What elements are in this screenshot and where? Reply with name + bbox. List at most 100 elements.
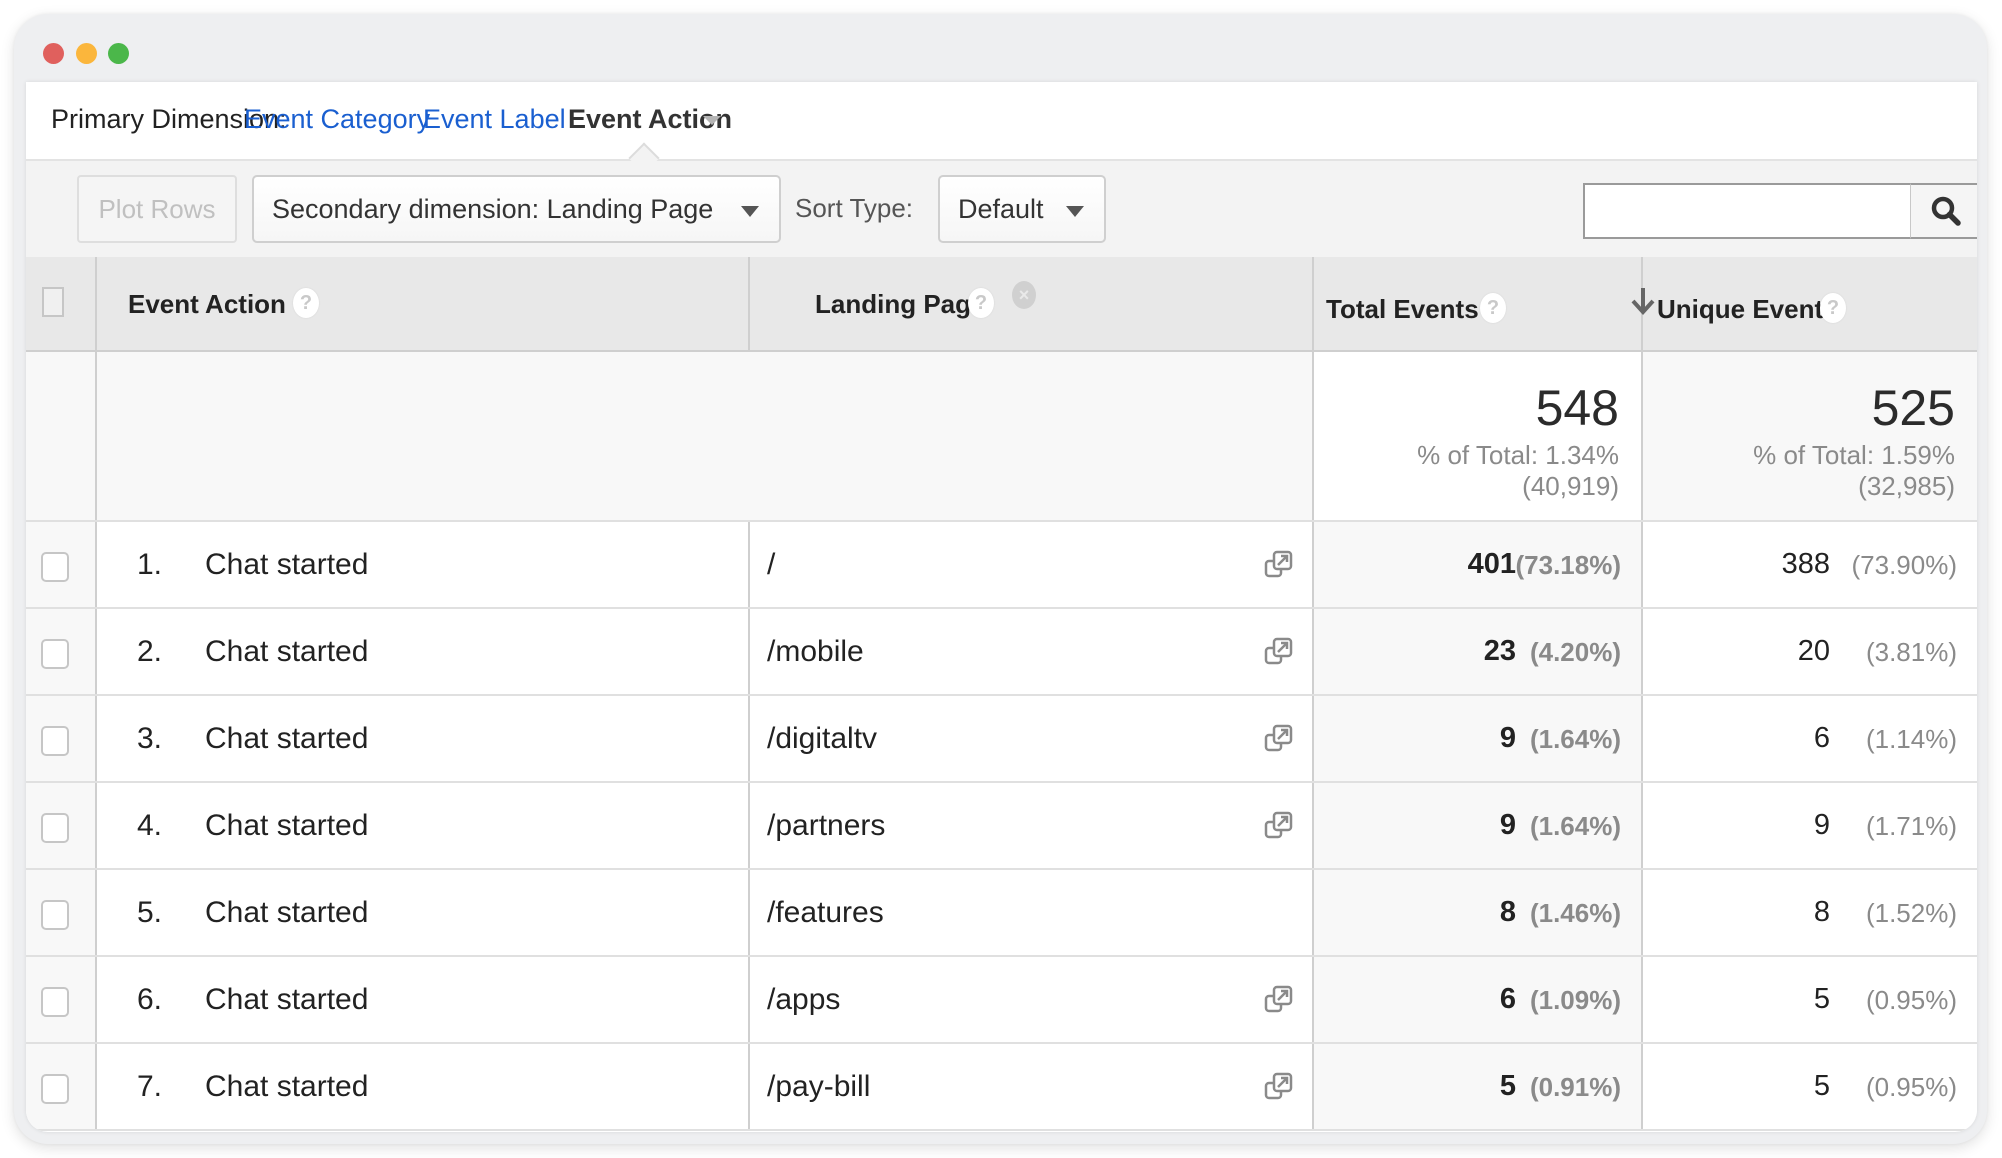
header-total-events[interactable]: Total Events ? bbox=[1314, 257, 1655, 350]
secondary-dimension-dropdown[interactable]: Secondary dimension: Landing Page bbox=[252, 175, 781, 243]
help-icon[interactable]: ? bbox=[968, 288, 994, 318]
total-events-cell: 5 (0.91%) bbox=[1314, 1044, 1643, 1129]
minimize-window-button[interactable] bbox=[76, 43, 97, 64]
landing-page-value[interactable]: /apps bbox=[767, 983, 840, 1017]
landing-page-value[interactable]: /partners bbox=[767, 809, 885, 843]
row-checkbox[interactable] bbox=[41, 900, 69, 930]
unique-events-cell: 8 (1.52%) bbox=[1643, 870, 1977, 955]
unique-events-cell: 388 (73.90%) bbox=[1643, 522, 1977, 607]
summary-dimension-cell bbox=[97, 352, 1314, 520]
event-action-value[interactable]: Chat started bbox=[205, 896, 368, 930]
total-events-value: 5 bbox=[1499, 1070, 1516, 1102]
open-page-external-icon[interactable] bbox=[1264, 810, 1294, 842]
total-events-percent: (73.18%) bbox=[1515, 550, 1622, 580]
maximize-window-button[interactable] bbox=[108, 43, 129, 64]
help-icon[interactable]: ? bbox=[1820, 293, 1846, 323]
primary-dimension-event-category[interactable]: Event Category bbox=[244, 104, 430, 135]
row-select-cell bbox=[26, 783, 97, 868]
total-events-cell: 401 (73.18%) bbox=[1314, 522, 1643, 607]
open-page-external-icon[interactable] bbox=[1264, 723, 1294, 755]
primary-dimension-bar: Primary Dimension: Event Category Event … bbox=[26, 82, 1977, 161]
total-events-value: 9 bbox=[1499, 809, 1516, 841]
row-number: 7. bbox=[137, 1070, 163, 1103]
help-icon[interactable]: ? bbox=[1480, 293, 1506, 323]
summary-unique-events: 525 % of Total: 1.59% (32,985) bbox=[1643, 352, 1977, 520]
remove-dimension-icon[interactable]: × bbox=[1012, 281, 1036, 309]
event-action-value[interactable]: Chat started bbox=[205, 809, 368, 843]
table-search-input[interactable] bbox=[1583, 183, 1911, 239]
row-checkbox[interactable] bbox=[41, 813, 69, 843]
landing-page-value[interactable]: /pay-bill bbox=[767, 1070, 870, 1104]
row-select-cell bbox=[26, 1044, 97, 1129]
dropdown-arrow-icon bbox=[1066, 206, 1084, 217]
table-row: 4. Chat started /partners 9 (1.64%) 9 (1… bbox=[26, 783, 1977, 870]
landing-page-value[interactable]: /mobile bbox=[767, 635, 864, 669]
total-events-cell: 9 (1.64%) bbox=[1314, 783, 1643, 868]
chevron-down-icon[interactable] bbox=[703, 116, 721, 125]
summary-overall-total: (32,985) bbox=[1858, 471, 1955, 501]
row-checkbox[interactable] bbox=[41, 639, 69, 669]
unique-events-cell: 9 (1.71%) bbox=[1643, 783, 1977, 868]
open-page-external-icon[interactable] bbox=[1264, 1071, 1294, 1103]
total-events-value: 23 bbox=[1483, 635, 1516, 667]
table-row: 6. Chat started /apps 6 (1.09%) 5 (0.95%… bbox=[26, 957, 1977, 1044]
close-window-button[interactable] bbox=[43, 43, 64, 64]
total-events-percent: (1.64%) bbox=[1529, 811, 1621, 841]
row-select-cell bbox=[26, 696, 97, 781]
row-checkbox[interactable] bbox=[41, 1074, 69, 1104]
landing-page-cell: /partners bbox=[750, 783, 1314, 868]
summary-percent-line: % of Total: 1.59% bbox=[1753, 440, 1955, 470]
landing-page-value[interactable]: /digitaltv bbox=[767, 722, 877, 756]
column-header-label: Event Action bbox=[128, 289, 286, 319]
event-action-value[interactable]: Chat started bbox=[205, 635, 368, 669]
landing-page-cell: /features bbox=[750, 870, 1314, 955]
unique-events-value: 5 bbox=[1813, 983, 1830, 1015]
summary-percent-line: % of Total: 1.34% bbox=[1417, 440, 1619, 470]
event-action-cell: 7. Chat started bbox=[97, 1044, 750, 1129]
unique-events-percent: (1.71%) bbox=[1865, 811, 1957, 841]
summary-blank-cell bbox=[26, 352, 97, 520]
unique-events-value: 20 bbox=[1797, 635, 1830, 667]
row-checkbox[interactable] bbox=[41, 987, 69, 1017]
table-row: 1. Chat started / 401 (73.18%) 388 (73.9… bbox=[26, 522, 1977, 609]
unique-events-percent: (1.52%) bbox=[1865, 898, 1957, 928]
open-page-external-icon[interactable] bbox=[1264, 636, 1294, 668]
event-action-value[interactable]: Chat started bbox=[205, 722, 368, 756]
landing-page-value[interactable]: /features bbox=[767, 896, 884, 930]
event-action-value[interactable]: Chat started bbox=[205, 1070, 368, 1104]
unique-events-value: 5 bbox=[1813, 1070, 1830, 1102]
open-page-external-icon[interactable] bbox=[1264, 984, 1294, 1016]
search-button[interactable] bbox=[1911, 183, 1977, 239]
event-action-value[interactable]: Chat started bbox=[205, 983, 368, 1017]
total-events-percent: (4.20%) bbox=[1529, 637, 1621, 667]
unique-events-value: 388 bbox=[1781, 548, 1830, 580]
event-action-cell: 5. Chat started bbox=[97, 870, 750, 955]
total-events-cell: 6 (1.09%) bbox=[1314, 957, 1643, 1042]
row-checkbox[interactable] bbox=[41, 726, 69, 756]
total-events-value: 401 bbox=[1467, 548, 1516, 580]
primary-dimension-event-label[interactable]: Event Label bbox=[423, 104, 566, 135]
landing-page-cell: /mobile bbox=[750, 609, 1314, 694]
row-select-cell bbox=[26, 957, 97, 1042]
header-unique-events[interactable]: Unique Events ? bbox=[1643, 257, 1977, 350]
help-icon[interactable]: ? bbox=[293, 288, 319, 318]
column-header-label: Landing Page bbox=[815, 289, 986, 319]
row-select-cell bbox=[26, 522, 97, 607]
unique-events-percent: (1.14%) bbox=[1865, 724, 1957, 754]
table-row: 2. Chat started /mobile 23 (4.20%) 20 (3… bbox=[26, 609, 1977, 696]
row-select-cell bbox=[26, 870, 97, 955]
table-row: 3. Chat started /digitaltv 9 (1.64%) 6 (… bbox=[26, 696, 1977, 783]
sort-type-dropdown[interactable]: Default bbox=[938, 175, 1106, 243]
open-page-external-icon[interactable] bbox=[1264, 549, 1294, 581]
event-action-value[interactable]: Chat started bbox=[205, 548, 368, 582]
unique-events-cell: 5 (0.95%) bbox=[1643, 957, 1977, 1042]
event-action-cell: 2. Chat started bbox=[97, 609, 750, 694]
event-action-cell: 3. Chat started bbox=[97, 696, 750, 781]
header-event-action[interactable]: Event Action ? bbox=[97, 257, 750, 350]
landing-page-value[interactable]: / bbox=[767, 548, 775, 582]
plot-rows-button[interactable]: Plot Rows bbox=[77, 175, 237, 243]
header-landing-page[interactable]: Landing Page ? × bbox=[750, 257, 1314, 350]
select-all-checkbox[interactable] bbox=[42, 287, 64, 317]
row-checkbox[interactable] bbox=[41, 552, 69, 582]
total-events-cell: 23 (4.20%) bbox=[1314, 609, 1643, 694]
